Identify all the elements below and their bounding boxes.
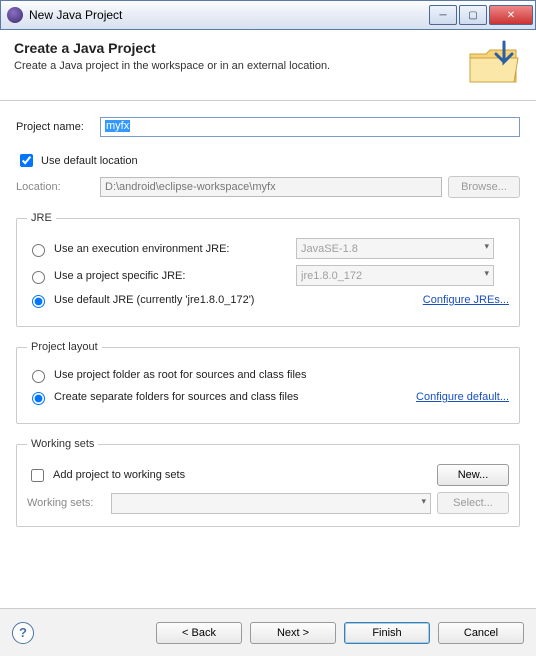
location-label: Location: <box>16 181 94 193</box>
layout-separate-label: Create separate folders for sources and … <box>54 391 299 403</box>
browse-button: Browse... <box>448 176 520 198</box>
page-subtitle: Create a Java project in the workspace o… <box>14 60 466 72</box>
jre-default-radio[interactable] <box>32 295 45 308</box>
add-to-working-sets-label: Add project to working sets <box>53 469 185 481</box>
jre-group: JRE Use an execution environment JRE: Ja… <box>16 212 520 327</box>
minimize-button[interactable]: ─ <box>429 5 457 25</box>
working-sets-legend: Working sets <box>27 438 98 450</box>
jre-exec-env-radio[interactable] <box>32 244 45 257</box>
wizard-header: Create a Java Project Create a Java proj… <box>0 30 536 101</box>
eclipse-icon <box>7 7 23 23</box>
jre-exec-env-select: JavaSE-1.8 <box>296 238 494 259</box>
configure-default-link[interactable]: Configure default... <box>416 391 509 403</box>
jre-project-specific-label: Use a project specific JRE: <box>54 270 290 282</box>
add-to-working-sets-checkbox[interactable] <box>31 469 44 482</box>
configure-jres-link[interactable]: Configure JREs... <box>423 294 509 306</box>
jre-project-specific-radio[interactable] <box>32 271 45 284</box>
next-button[interactable]: Next > <box>250 622 336 644</box>
working-sets-select <box>111 493 431 514</box>
window-title: New Java Project <box>29 8 429 22</box>
back-button[interactable]: < Back <box>156 622 242 644</box>
maximize-button[interactable]: ▢ <box>459 5 487 25</box>
project-name-input[interactable] <box>100 117 520 137</box>
help-icon[interactable]: ? <box>12 622 34 644</box>
window-buttons: ─ ▢ ✕ <box>429 5 533 25</box>
jre-default-label: Use default JRE (currently 'jre1.8.0_172… <box>54 294 254 306</box>
finish-button[interactable]: Finish <box>344 622 430 644</box>
project-layout-group: Project layout Use project folder as roo… <box>16 341 520 424</box>
project-layout-legend: Project layout <box>27 341 102 353</box>
jre-legend: JRE <box>27 212 56 224</box>
select-working-sets-button: Select... <box>437 492 509 514</box>
working-sets-label: Working sets: <box>27 497 105 509</box>
cancel-button[interactable]: Cancel <box>438 622 524 644</box>
working-sets-group: Working sets Add project to working sets… <box>16 438 520 527</box>
layout-separate-radio[interactable] <box>32 392 45 405</box>
wizard-footer: ? < Back Next > Finish Cancel <box>0 608 536 656</box>
project-name-label: Project name: <box>16 121 94 133</box>
jre-exec-env-label: Use an execution environment JRE: <box>54 243 290 255</box>
titlebar: New Java Project ─ ▢ ✕ <box>0 0 536 30</box>
use-default-location-label: Use default location <box>41 155 138 167</box>
layout-root-label: Use project folder as root for sources a… <box>54 369 307 381</box>
location-input <box>100 177 442 197</box>
close-button[interactable]: ✕ <box>489 5 533 25</box>
use-default-location-checkbox[interactable] <box>20 154 33 167</box>
layout-root-radio[interactable] <box>32 370 45 383</box>
jre-project-specific-select: jre1.8.0_172 <box>296 265 494 286</box>
new-working-set-button[interactable]: New... <box>437 464 509 486</box>
page-title: Create a Java Project <box>14 40 466 56</box>
wizard-banner-icon <box>466 40 522 86</box>
